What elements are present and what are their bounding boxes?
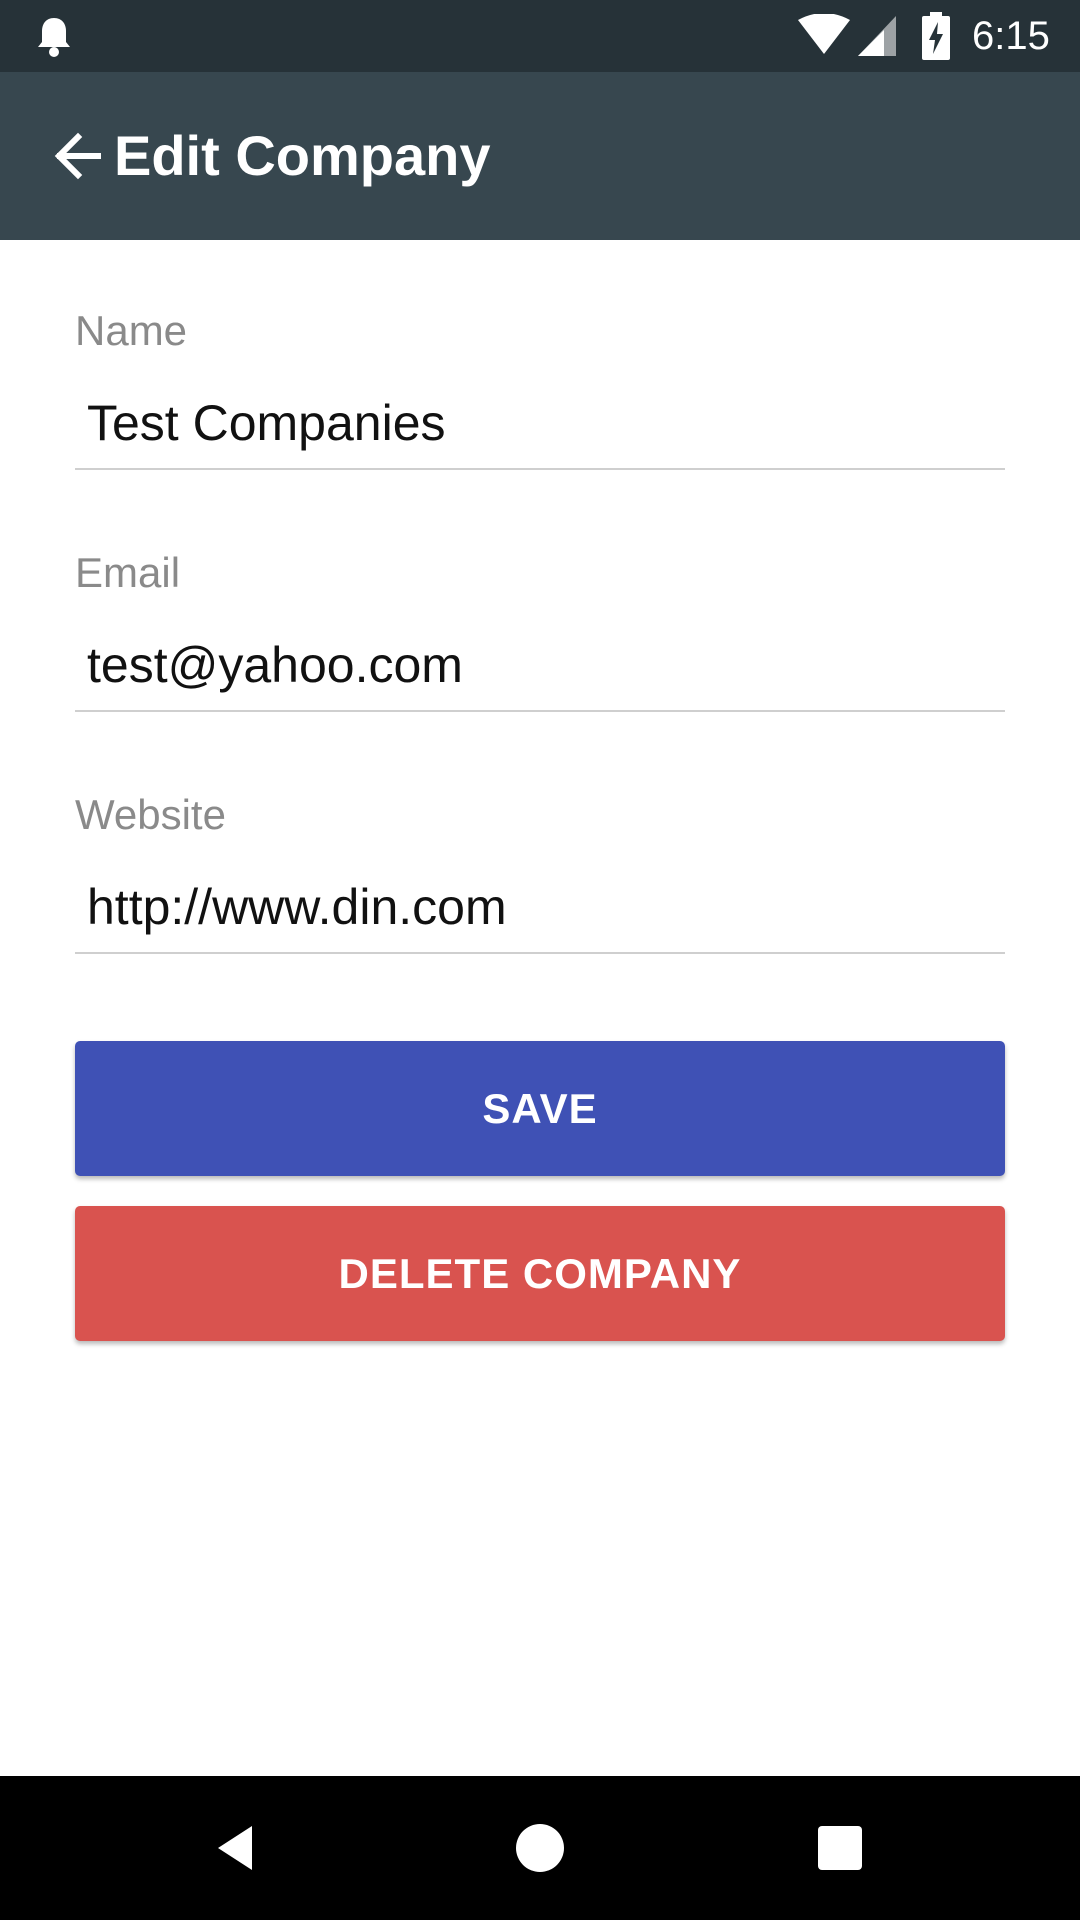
status-bar: 6:15 xyxy=(0,0,1080,72)
website-label: Website xyxy=(75,791,226,838)
website-input[interactable] xyxy=(75,862,1005,954)
battery-charging-icon xyxy=(922,12,950,60)
email-input[interactable] xyxy=(75,620,1005,712)
page-title: Edit Company xyxy=(114,124,491,187)
email-label: Email xyxy=(75,549,181,596)
name-input[interactable] xyxy=(75,378,1005,470)
status-time: 6:15 xyxy=(972,14,1050,58)
name-label: Name xyxy=(75,307,188,354)
nav-home-icon[interactable] xyxy=(508,1816,572,1880)
delete-company-button[interactable]: DELETE COMPANY xyxy=(75,1206,1005,1341)
app-bar: Edit Company xyxy=(0,72,1080,240)
wifi-icon xyxy=(798,14,850,54)
navigation-bar xyxy=(0,1776,1080,1920)
nav-back-icon[interactable] xyxy=(208,1816,272,1880)
nav-recents-icon[interactable] xyxy=(808,1816,872,1880)
arrow-back-icon[interactable] xyxy=(52,130,102,182)
cell-signal-icon xyxy=(858,16,896,56)
save-button[interactable]: SAVE xyxy=(75,1041,1005,1176)
notification-bell-icon xyxy=(38,18,70,57)
